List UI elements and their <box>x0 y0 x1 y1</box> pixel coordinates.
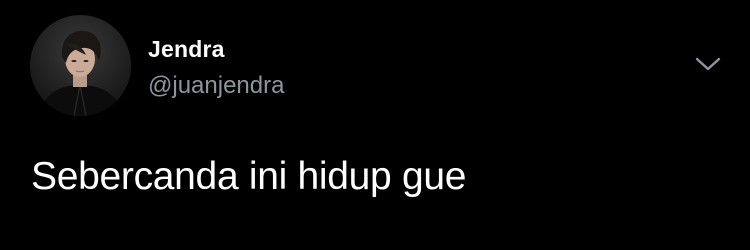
chevron-down-glyph <box>695 57 721 71</box>
user-handle[interactable]: @juanjendra <box>148 72 284 100</box>
tweet-card: Jendra @juanjendra Sebercanda ini hidup … <box>0 0 750 250</box>
display-name[interactable]: Jendra <box>148 36 225 63</box>
avatar-image <box>30 15 131 116</box>
chevron-down-icon[interactable] <box>692 54 724 76</box>
avatar[interactable] <box>30 15 131 116</box>
tweet-text: Sebercanda ini hidup gue <box>31 155 467 198</box>
